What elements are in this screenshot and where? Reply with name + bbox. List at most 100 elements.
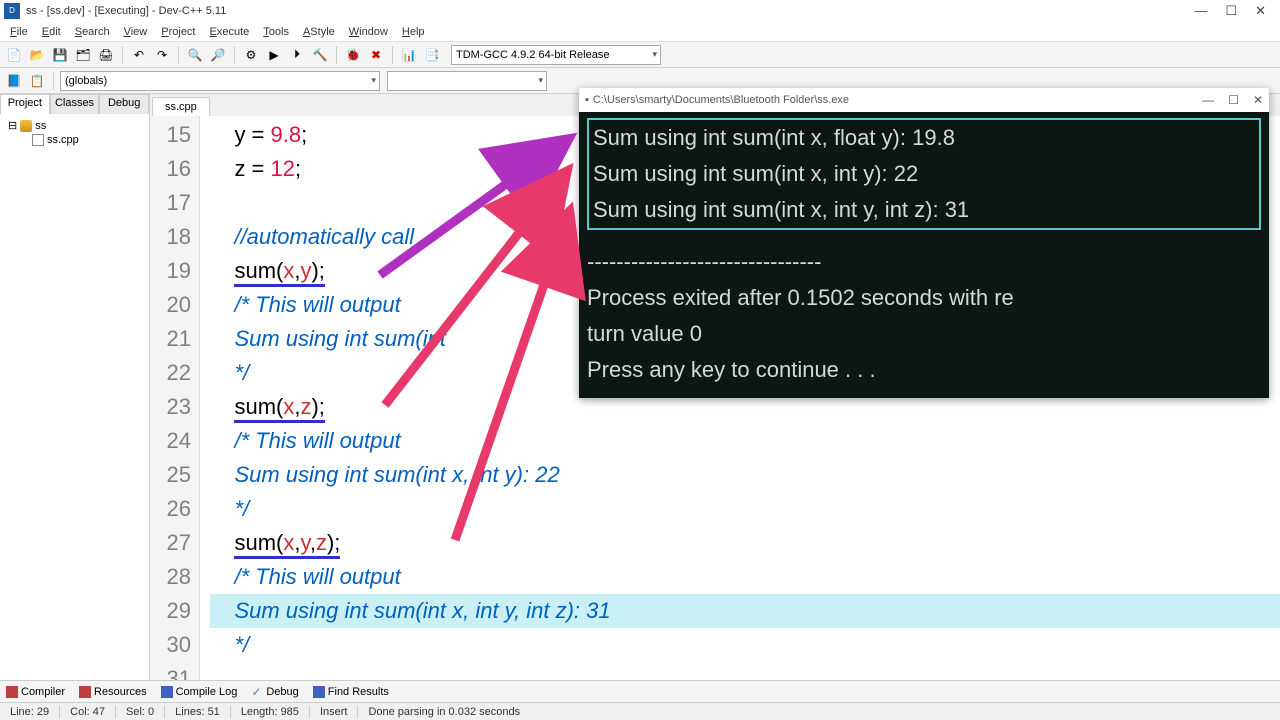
separator [234,46,235,64]
print-button[interactable]: 🖨 [96,45,116,65]
tree-root[interactable]: ⊟ ss [4,118,145,133]
compiler-select[interactable]: TDM-GCC 4.9.2 64-bit Release [451,45,661,65]
collapse-icon[interactable]: ⊟ [8,119,17,132]
menu-execute[interactable]: Execute [204,24,256,40]
debug-button[interactable]: 🐞 [343,45,363,65]
console-exit: Process exited after 0.1502 seconds with… [587,280,1261,316]
sidebar-tabs: ProjectClassesDebug [0,94,149,114]
run-button[interactable]: ▶ [264,45,284,65]
scope-combo[interactable] [387,71,547,91]
code-line[interactable]: Sum using int sum(int x, int y): 22 [210,458,1280,492]
code-line[interactable]: */ [210,628,1280,662]
menu-project[interactable]: Project [155,24,201,40]
titlebar: D ss - [ss.dev] - [Executing] - Dev-C++ … [0,0,1280,22]
file-name: ss.cpp [47,134,79,146]
line-gutter: 1516171819202122232425262728293031 [150,116,200,680]
compile-button[interactable]: ⚙ [241,45,261,65]
status-length: Length: 985 [231,706,310,718]
sidebar-tab-classes[interactable]: Classes [50,94,100,114]
code-line[interactable] [210,662,1280,680]
window-buttons: — ☐ ✕ [1194,3,1266,19]
sidebar-tab-project[interactable]: Project [0,94,50,114]
status-col: Col: 47 [60,706,116,718]
console-icon: ▪ [585,88,589,112]
stop-button[interactable]: ✖ [366,45,386,65]
sidebar: ProjectClassesDebug ⊟ ss ss.cpp [0,94,150,680]
find-button[interactable]: 🔍 [185,45,205,65]
bottom-tab-debug[interactable]: ✓ Debug [251,686,298,698]
goto-button[interactable]: 📑 [422,45,442,65]
project-icon [20,120,32,132]
menu-help[interactable]: Help [396,24,431,40]
menu-window[interactable]: Window [343,24,394,40]
close-button[interactable]: ✕ [1255,3,1266,19]
globals-combo[interactable]: (globals) [60,71,380,91]
menu-astyle[interactable]: AStyle [297,24,341,40]
project-tree: ⊟ ss ss.cpp [0,114,149,680]
tree-file[interactable]: ss.cpp [4,133,145,147]
code-line[interactable]: sum(x,y,z); [210,526,1280,560]
separator [53,72,54,90]
undo-button[interactable]: ↶ [129,45,149,65]
console-press: Press any key to continue . . . [587,352,1261,388]
console-exit: turn value 0 [587,316,1261,352]
maximize-button[interactable]: ☐ [1225,3,1237,19]
redo-button[interactable]: ↷ [152,45,172,65]
console-body: Sum using int sum(int x, float y): 19.8 … [579,112,1269,398]
status-line: Line: 29 [0,706,60,718]
bottom-tab-compiler[interactable]: Compiler [6,686,65,698]
app-icon: D [4,3,20,19]
menubar: FileEditSearchViewProjectExecuteToolsASt… [0,22,1280,42]
window-title: ss - [ss.dev] - [Executing] - Dev-C++ 5.… [26,5,1194,17]
code-line[interactable]: */ [210,492,1280,526]
console-line: Sum using int sum(int x, float y): 19.8 [593,120,1255,156]
new-file-button[interactable]: 📄 [4,45,24,65]
menu-file[interactable]: File [4,24,34,40]
menu-tools[interactable]: Tools [257,24,295,40]
file-icon [32,134,44,146]
console-close[interactable]: ✕ [1253,88,1263,112]
compile-run-button[interactable]: ⏵ [287,45,307,65]
menu-search[interactable]: Search [69,24,116,40]
minimize-button[interactable]: — [1194,3,1207,19]
new-project-button[interactable]: 📘 [4,71,24,91]
code-line[interactable]: Sum using int sum(int x, int y, int z): … [210,594,1280,628]
bottom-tab-find-results[interactable]: Find Results [313,686,389,698]
menu-view[interactable]: View [118,24,154,40]
bottom-tabs: Compiler Resources Compile Log ✓ Debug Fi… [0,680,1280,702]
console-min[interactable]: — [1202,88,1214,112]
console-window: ▪ C:\Users\smarty\Documents\Bluetooth Fo… [579,88,1269,398]
sidebar-tab-debug[interactable]: Debug [99,94,149,114]
code-line[interactable]: /* This will output [210,560,1280,594]
bottom-tab-resources[interactable]: Resources [79,686,147,698]
console-output-box: Sum using int sum(int x, float y): 19.8 … [587,118,1261,230]
open-button[interactable]: 📂 [27,45,47,65]
replace-button[interactable]: 🔎 [208,45,228,65]
statusbar: Line: 29 Col: 47 Sel: 0 Lines: 51 Length… [0,702,1280,720]
separator [122,46,123,64]
rebuild-button[interactable]: 🔨 [310,45,330,65]
menu-edit[interactable]: Edit [36,24,67,40]
code-line[interactable]: /* This will output [210,424,1280,458]
console-titlebar: ▪ C:\Users\smarty\Documents\Bluetooth Fo… [579,88,1269,112]
bottom-tab-compile-log[interactable]: Compile Log [161,686,238,698]
save-all-button[interactable]: 🗂 [73,45,93,65]
console-max[interactable]: ☐ [1228,88,1239,112]
separator [336,46,337,64]
project-name: ss [35,120,46,132]
console-line: Sum using int sum(int x, int y): 22 [593,156,1255,192]
console-line: Sum using int sum(int x, int y, int z): … [593,192,1255,228]
toolbar-main: 📄 📂 💾 🗂 🖨 ↶ ↷ 🔍 🔎 ⚙ ▶ ⏵ 🔨 🐞 ✖ 📊 📑 TDM-GC… [0,42,1280,68]
status-lines: Lines: 51 [165,706,231,718]
separator [178,46,179,64]
separator [392,46,393,64]
editor-tab[interactable]: ss.cpp [152,97,210,116]
insert-button[interactable]: 📋 [27,71,47,91]
status-parse: Done parsing in 0.032 seconds [358,706,530,718]
status-sel: Sel: 0 [116,706,165,718]
save-button[interactable]: 💾 [50,45,70,65]
profile-button[interactable]: 📊 [399,45,419,65]
console-title: C:\Users\smarty\Documents\Bluetooth Fold… [593,88,1202,112]
status-mode: Insert [310,706,359,718]
console-dashes: -------------------------------- [587,244,1261,280]
